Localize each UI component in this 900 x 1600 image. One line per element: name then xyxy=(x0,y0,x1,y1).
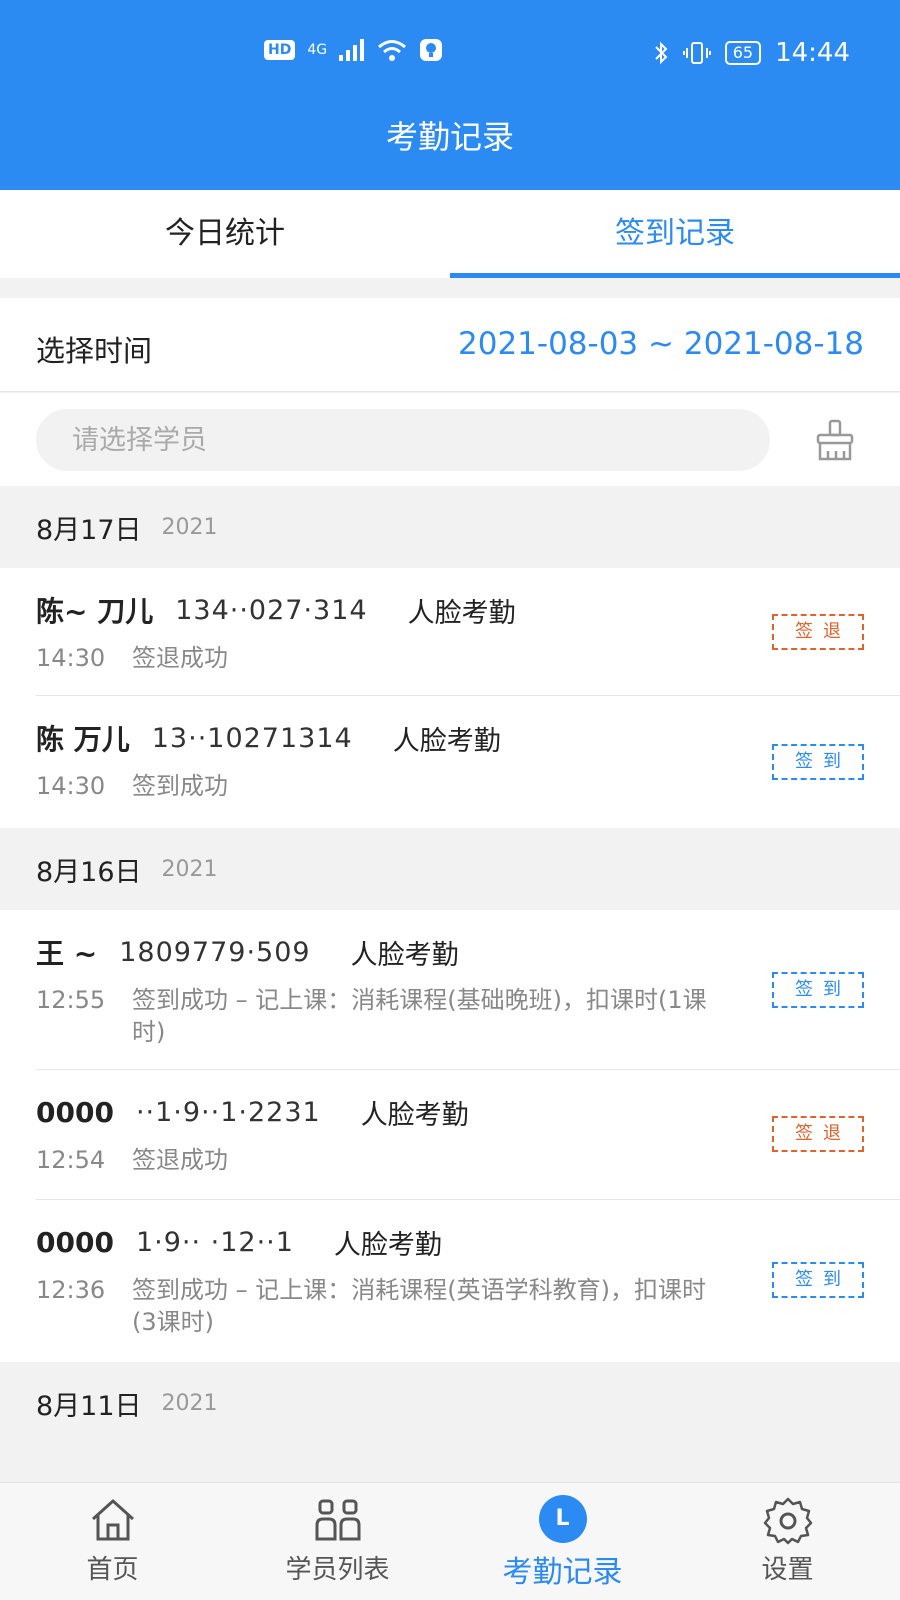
tab-today-stats[interactable]: 今日统计 xyxy=(0,190,450,278)
sign-in-stamp: 签到 xyxy=(772,1262,864,1298)
wifi-icon xyxy=(378,40,407,61)
status-bar: HD 4G 65 14:44 xyxy=(0,38,900,72)
sign-out-stamp: 签退 xyxy=(772,1116,864,1152)
app-header: HD 4G 65 14:44 考勤记录 xyxy=(0,0,900,190)
student-search-row xyxy=(0,393,900,486)
student-phone: 134··027·314 xyxy=(175,594,368,626)
bottom-navigation: 首页 学员列表 L 考勤记录 设置 xyxy=(0,1482,900,1600)
attendance-list: 8月17日 2021 陈~ 刀儿 134··027·314 人脸考勤 14:30… xyxy=(0,486,900,1444)
attendance-method: 人脸考勤 xyxy=(360,1099,469,1131)
tab-sign-records[interactable]: 签到记录 xyxy=(450,190,900,278)
group-year: 2021 xyxy=(161,856,218,882)
students-icon xyxy=(315,1499,360,1541)
battery-indicator: 65 xyxy=(724,41,762,65)
attendance-record[interactable]: 陈 万儿 13··10271314 人脸考勤 14:30 签到成功 签到 xyxy=(0,696,900,828)
lightbulb-icon xyxy=(420,39,443,61)
record-time: 12:54 xyxy=(36,1146,106,1174)
date-group-header: 8月16日 2021 xyxy=(0,828,900,910)
nav-home[interactable]: 首页 xyxy=(0,1483,225,1600)
date-group-header: 8月17日 2021 xyxy=(0,486,900,568)
attendance-record[interactable]: 0000 ··1·9··1·2231 人脸考勤 12:54 签退成功 签退 xyxy=(0,1070,900,1200)
group-date: 8月17日 xyxy=(36,514,142,546)
student-phone: ··1·9··1·2231 xyxy=(135,1096,321,1128)
record-time: 14:30 xyxy=(36,644,106,672)
home-icon xyxy=(91,1499,134,1541)
attendance-method: 人脸考勤 xyxy=(333,1229,442,1261)
student-name: 陈 万儿 xyxy=(36,723,130,756)
nav-label: 考勤记录 xyxy=(502,1555,623,1590)
date-filter-row[interactable]: 选择时间 2021-08-03 ~ 2021-08-18 xyxy=(0,298,900,392)
record-time: 12:55 xyxy=(36,986,106,1014)
record-time: 14:30 xyxy=(36,772,106,800)
clock-icon: L xyxy=(538,1495,587,1543)
record-status-text: 签到成功 xyxy=(132,772,228,800)
nav-label: 设置 xyxy=(761,1555,814,1585)
date-group-header: 8月11日 2021 xyxy=(0,1362,900,1444)
record-time: 12:36 xyxy=(36,1276,106,1304)
attendance-record[interactable]: 陈~ 刀儿 134··027·314 人脸考勤 14:30 签退成功 签退 xyxy=(0,568,900,696)
page-title: 考勤记录 xyxy=(385,118,514,156)
status-time: 14:44 xyxy=(775,38,850,68)
student-name: 王 ~ xyxy=(36,937,98,970)
group-year: 2021 xyxy=(161,1390,218,1416)
student-name: 陈~ 刀儿 xyxy=(36,595,154,628)
nav-attendance[interactable]: L 考勤记录 xyxy=(450,1483,675,1600)
attendance-method: 人脸考勤 xyxy=(407,597,516,629)
nav-students[interactable]: 学员列表 xyxy=(225,1483,450,1600)
record-status-text: 签退成功 xyxy=(132,644,228,672)
nav-settings[interactable]: 设置 xyxy=(675,1483,900,1600)
hd-indicator: HD xyxy=(264,40,296,60)
record-status-text: 签到成功 – 记上课：消耗课程(英语学科教育)，扣课时(3课时) xyxy=(132,1276,706,1336)
student-name: 0000 xyxy=(36,1225,114,1259)
date-range-picker[interactable]: 2021-08-03 ~ 2021-08-18 xyxy=(458,326,864,362)
student-search-input[interactable] xyxy=(36,409,770,471)
attendance-record[interactable]: 王 ~ 1809779·509 人脸考勤 12:55 签到成功 – 记上课：消耗… xyxy=(0,910,900,1070)
attendance-method: 人脸考勤 xyxy=(350,939,459,971)
vibrate-icon xyxy=(682,42,711,64)
group-date: 8月16日 xyxy=(36,856,142,888)
student-phone: 13··10271314 xyxy=(151,722,353,754)
group-date: 8月11日 xyxy=(36,1390,142,1422)
sign-out-stamp: 签退 xyxy=(772,614,864,650)
signal-icon xyxy=(339,39,365,61)
student-phone: 1·9·· ·12··1 xyxy=(135,1226,294,1258)
attendance-record[interactable]: 0000 1·9·· ·12··1 人脸考勤 12:36 签到成功 – 记上课：… xyxy=(0,1200,900,1362)
bluetooth-icon xyxy=(654,41,668,65)
gear-icon xyxy=(763,1497,812,1545)
group-year: 2021 xyxy=(161,514,218,540)
attendance-method: 人脸考勤 xyxy=(392,725,501,757)
sign-in-stamp: 签到 xyxy=(772,972,864,1008)
date-filter-label: 选择时间 xyxy=(36,334,153,368)
student-name: 0000 xyxy=(36,1095,114,1129)
tab-bar: 今日统计 签到记录 xyxy=(0,190,900,278)
record-status-text: 签到成功 – 记上课：消耗课程(基础晚班)，扣课时(1课时) xyxy=(132,986,707,1046)
sign-in-stamp: 签到 xyxy=(772,744,864,780)
broom-icon[interactable] xyxy=(814,419,856,461)
record-status-text: 签退成功 xyxy=(132,1146,228,1174)
nav-label: 首页 xyxy=(86,1555,139,1585)
network-type: 4G xyxy=(307,42,328,58)
student-phone: 1809779·509 xyxy=(119,936,311,968)
nav-label: 学员列表 xyxy=(285,1555,390,1585)
